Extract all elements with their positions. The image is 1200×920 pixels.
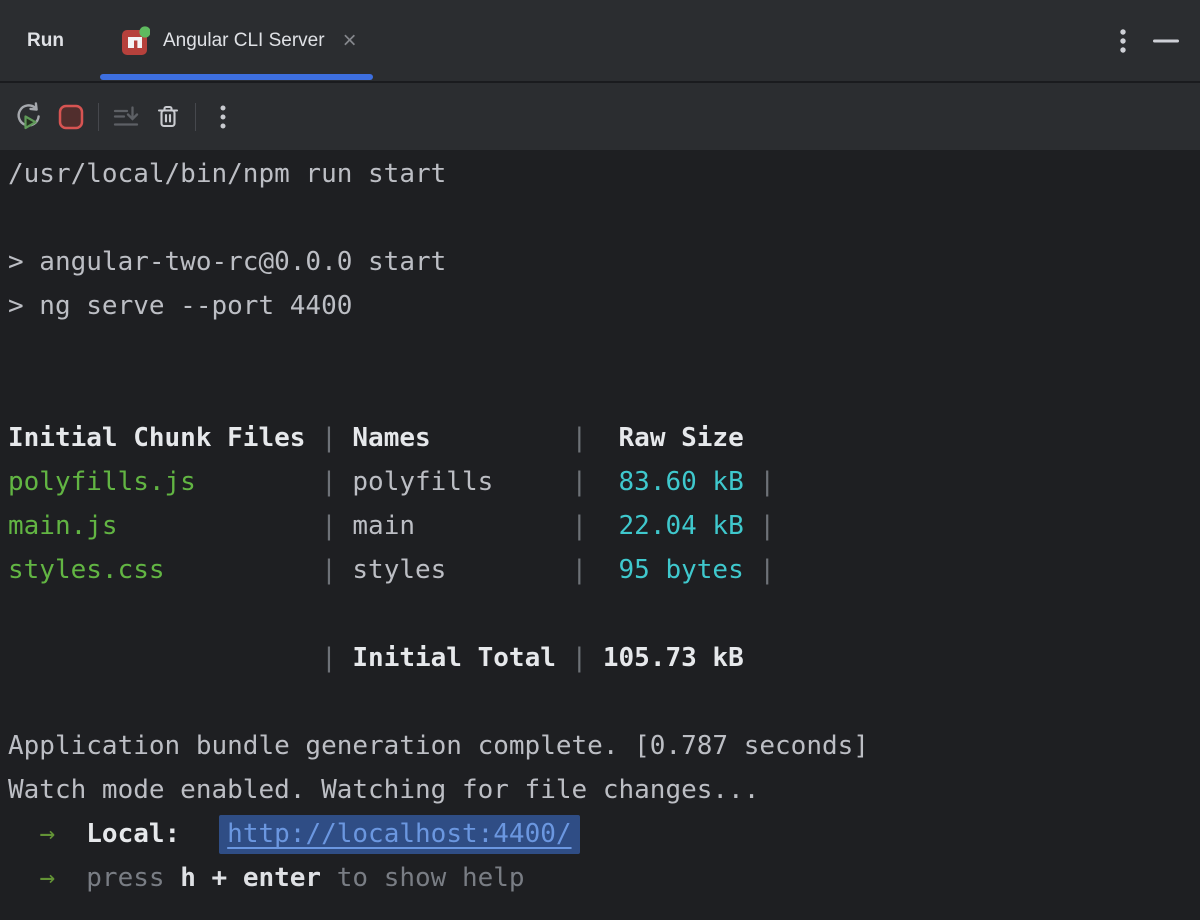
minimize-icon[interactable] xyxy=(1152,37,1180,45)
console-text: Names xyxy=(352,423,430,453)
kebab-menu-icon[interactable] xyxy=(1118,26,1128,56)
tab-angular-cli-server[interactable]: Angular CLI Server × xyxy=(100,0,373,81)
console-line xyxy=(8,680,1200,724)
console-text: Watch mode enabled. Watching for file ch… xyxy=(8,775,759,805)
console-line: /usr/local/bin/npm run start xyxy=(8,152,1200,196)
console-line: > ng serve --port 4400 xyxy=(8,284,1200,328)
console-text xyxy=(8,819,39,849)
console-line: | Initial Total | 105.73 kB xyxy=(8,636,1200,680)
console-text: main xyxy=(352,511,415,541)
console-line: Watch mode enabled. Watching for file ch… xyxy=(8,768,1200,812)
console-text: Application bundle generation complete. … xyxy=(8,731,869,761)
console-line: styles.css | styles | 95 bytes | xyxy=(8,548,1200,592)
active-tab-indicator xyxy=(100,74,373,80)
rerun-button[interactable] xyxy=(12,100,46,134)
console-text: styles xyxy=(352,555,446,585)
console-text: Initial Chunk Files xyxy=(8,423,305,453)
arrow-icon: → xyxy=(39,819,55,849)
console-text xyxy=(8,643,321,673)
console-line xyxy=(8,592,1200,636)
console-text xyxy=(8,863,39,893)
console-text: | xyxy=(744,555,775,585)
localhost-link[interactable]: http://localhost:4400/ xyxy=(219,815,579,854)
scroll-to-end-icon[interactable] xyxy=(109,100,143,134)
console-text: | xyxy=(446,555,618,585)
stop-button[interactable] xyxy=(54,100,88,134)
npm-run-icon xyxy=(120,26,150,56)
console-text: | xyxy=(165,555,353,585)
console-panel[interactable]: /usr/local/bin/npm run start > angular-tw… xyxy=(0,150,1200,918)
tab-title: Angular CLI Server xyxy=(163,30,325,52)
tab-bar: Run Angular CLI Server × xyxy=(0,0,1200,83)
console-text: | xyxy=(431,423,619,453)
console-text: Local: xyxy=(86,819,180,849)
toolbar-separator xyxy=(98,103,99,131)
console-text: polyfills xyxy=(352,467,493,497)
console-line: main.js | main | 22.04 kB | xyxy=(8,504,1200,548)
console-text: 95 bytes xyxy=(619,555,744,585)
console-line xyxy=(8,196,1200,240)
arrow-icon: → xyxy=(39,863,55,893)
console-text: styles.css xyxy=(8,555,165,585)
console-text: | xyxy=(196,467,353,497)
console-text: 22.04 kB xyxy=(619,511,744,541)
console-text xyxy=(55,819,86,849)
console-line: → Local: http://localhost:4400/ xyxy=(8,812,1200,856)
console-output: /usr/local/bin/npm run start > angular-tw… xyxy=(8,152,1200,900)
console-line xyxy=(8,328,1200,372)
console-text xyxy=(55,863,86,893)
run-toolbar xyxy=(0,83,1200,150)
console-line: polyfills.js | polyfills | 83.60 kB | xyxy=(8,460,1200,504)
console-text: to show help xyxy=(321,863,525,893)
console-text: /usr/local/bin/npm run start xyxy=(8,159,446,189)
console-text: 105.73 kB xyxy=(603,643,744,673)
close-icon[interactable]: × xyxy=(343,29,357,53)
console-line: > angular-two-rc@0.0.0 start xyxy=(8,240,1200,284)
console-text: > ng serve --port 4400 xyxy=(8,291,352,321)
console-line: Application bundle generation complete. … xyxy=(8,724,1200,768)
console-text: | xyxy=(321,643,352,673)
console-text: 83.60 kB xyxy=(619,467,744,497)
console-text: | xyxy=(415,511,619,541)
panel-title: Run xyxy=(27,30,64,52)
console-text: > angular-two-rc@0.0.0 start xyxy=(8,247,446,277)
console-text: Initial Total xyxy=(352,643,556,673)
console-text: | xyxy=(556,643,603,673)
console-text: press xyxy=(86,863,180,893)
console-line: → press h + enter to show help xyxy=(8,856,1200,900)
trash-icon[interactable] xyxy=(151,100,185,134)
console-text: | xyxy=(118,511,353,541)
run-tool-window: Run Angular CLI Server × xyxy=(0,0,1200,918)
console-text: | xyxy=(305,423,352,453)
console-line xyxy=(8,372,1200,416)
console-text: Raw Size xyxy=(619,423,744,453)
toolbar-separator xyxy=(195,103,196,131)
console-text: polyfills.js xyxy=(8,467,196,497)
console-text: | xyxy=(744,467,775,497)
kebab-menu-icon[interactable] xyxy=(206,100,240,134)
tool-window-controls xyxy=(1118,26,1180,56)
console-text: | xyxy=(493,467,618,497)
console-text: h + enter xyxy=(180,863,321,893)
console-text: | xyxy=(744,511,775,541)
console-text: main.js xyxy=(8,511,118,541)
console-line: Initial Chunk Files | Names | Raw Size xyxy=(8,416,1200,460)
